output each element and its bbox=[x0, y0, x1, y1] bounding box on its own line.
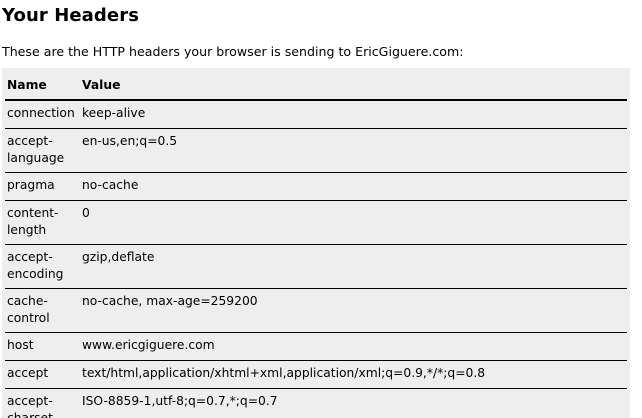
headers-table: Name Value connection keep-alive accept-… bbox=[5, 71, 627, 418]
header-name-cell: content-length bbox=[5, 200, 80, 245]
table-row: content-length 0 bbox=[5, 200, 627, 245]
header-value-cell: no-cache, max-age=259200 bbox=[80, 288, 627, 333]
header-value-cell: no-cache bbox=[80, 172, 627, 201]
page-content: Your Headers These are the HTTP headers … bbox=[0, 0, 632, 418]
header-value-cell: ISO-8859-1,utf-8;q=0.7,*;q=0.7 bbox=[80, 388, 627, 418]
table-row: cache-control no-cache, max-age=259200 bbox=[5, 288, 627, 333]
column-header-name: Name bbox=[5, 71, 80, 101]
table-row: accept-language en-us,en;q=0.5 bbox=[5, 128, 627, 173]
table-row: pragma no-cache bbox=[5, 172, 627, 201]
column-header-value: Value bbox=[80, 71, 627, 101]
table-row: accept text/html,application/xhtml+xml,a… bbox=[5, 360, 627, 389]
page-title: Your Headers bbox=[2, 5, 140, 26]
header-value-cell: www.ericgiguere.com bbox=[80, 332, 627, 361]
headers-table-panel: Name Value connection keep-alive accept-… bbox=[2, 68, 630, 418]
table-row: accept-charset ISO-8859-1,utf-8;q=0.7,*;… bbox=[5, 388, 627, 418]
header-value-cell: en-us,en;q=0.5 bbox=[80, 128, 627, 173]
table-header-row: Name Value bbox=[5, 71, 627, 101]
header-value-cell: keep-alive bbox=[80, 100, 627, 129]
header-value-cell: text/html,application/xhtml+xml,applicat… bbox=[80, 360, 627, 389]
header-value-cell: 0 bbox=[80, 200, 627, 245]
intro-text: These are the HTTP headers your browser … bbox=[2, 44, 464, 59]
header-name-cell: accept-language bbox=[5, 128, 80, 173]
table-row: host www.ericgiguere.com bbox=[5, 332, 627, 361]
table-row: connection keep-alive bbox=[5, 100, 627, 129]
header-name-cell: pragma bbox=[5, 172, 80, 201]
window-right-edge bbox=[635, 0, 642, 418]
header-name-cell: accept-charset bbox=[5, 388, 80, 418]
header-name-cell: accept-encoding bbox=[5, 244, 80, 289]
header-value-cell: gzip,deflate bbox=[80, 244, 627, 289]
header-name-cell: host bbox=[5, 332, 80, 361]
header-name-cell: accept bbox=[5, 360, 80, 389]
header-name-cell: connection bbox=[5, 100, 80, 129]
header-name-cell: cache-control bbox=[5, 288, 80, 333]
table-row: accept-encoding gzip,deflate bbox=[5, 244, 627, 289]
